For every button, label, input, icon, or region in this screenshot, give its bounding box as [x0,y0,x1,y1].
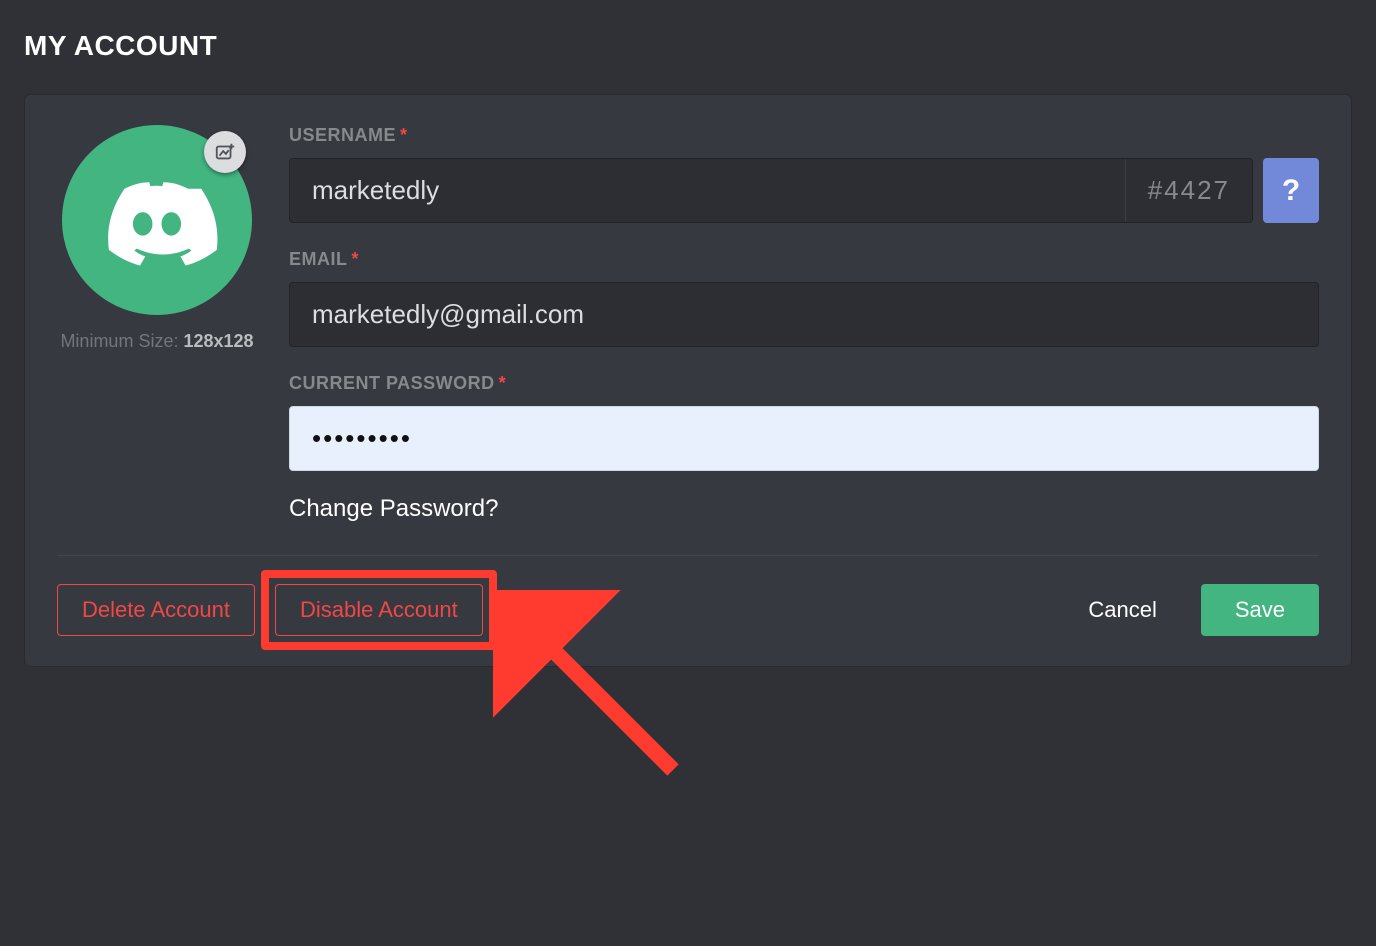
username-help-button[interactable]: ? [1263,158,1319,223]
required-marker: * [352,249,360,269]
current-password-input[interactable] [289,406,1319,471]
upload-avatar-button[interactable] [204,131,246,173]
username-label: USERNAME* [289,125,1319,146]
required-marker: * [499,373,507,393]
discord-logo-icon [92,155,222,285]
username-input[interactable] [290,159,1125,222]
page-title: MY ACCOUNT [24,30,1352,62]
disable-account-button[interactable]: Disable Account [275,584,483,636]
cancel-button[interactable]: Cancel [1064,584,1180,636]
delete-account-button[interactable]: Delete Account [57,584,255,636]
save-button[interactable]: Save [1201,584,1319,636]
avatar-container[interactable] [62,125,252,315]
min-size-label: Minimum Size: [60,331,178,351]
account-panel: Minimum Size: 128x128 USERNAME* #4427 ? … [24,94,1352,667]
avatar-min-size: Minimum Size: 128x128 [60,331,253,352]
email-input[interactable] [289,282,1319,347]
image-add-icon [214,141,236,163]
username-field-wrap: #4427 [289,158,1253,223]
discriminator: #4427 [1125,159,1252,222]
password-label: CURRENT PASSWORD* [289,373,1319,394]
email-label-text: EMAIL [289,249,348,269]
min-size-value: 128x128 [183,331,253,351]
required-marker: * [400,125,408,145]
password-label-text: CURRENT PASSWORD [289,373,495,393]
change-password-link[interactable]: Change Password? [289,493,1319,527]
username-label-text: USERNAME [289,125,396,145]
email-label: EMAIL* [289,249,1319,270]
